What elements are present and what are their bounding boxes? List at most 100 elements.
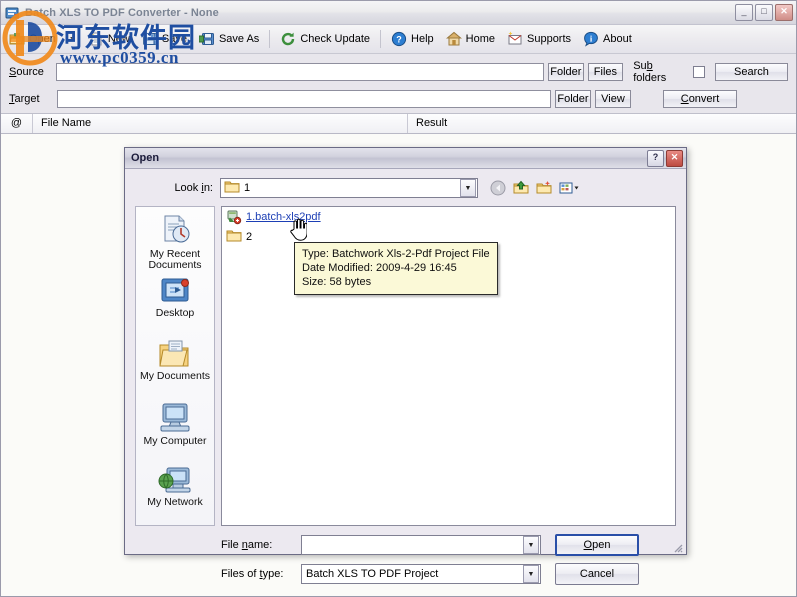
file-list-header: @ File Name Result	[1, 114, 796, 134]
minimize-button[interactable]: _	[735, 4, 753, 21]
dialog-cancel-button[interactable]: Cancel	[555, 563, 639, 585]
toolbar-open-label: Open	[29, 33, 56, 45]
subfolders-group: Sub folders	[633, 60, 705, 84]
maximize-button[interactable]: □	[755, 4, 773, 21]
files-of-type-dropdown-icon[interactable]: ▼	[523, 565, 539, 583]
back-icon[interactable]	[490, 180, 506, 196]
home-icon	[445, 31, 462, 47]
place-label: My Computer	[143, 435, 207, 447]
column-header-file-name[interactable]: File Name	[33, 114, 408, 133]
target-label: Target	[9, 93, 40, 105]
source-folder-button[interactable]: Folder	[548, 63, 584, 81]
tooltip-type-line: Type: Batchwork Xls-2-Pdf Project File	[302, 248, 490, 260]
my-computer-icon	[160, 403, 190, 432]
open-dialog: Open ? ✕ Look in: 1 ▼ My Recent Document…	[124, 147, 687, 585]
desktop-icon	[161, 278, 189, 302]
toolbar-supports-label: Supports	[527, 33, 572, 45]
toolbar-new-button[interactable]: New	[82, 28, 136, 50]
toolbar-open-button[interactable]: Open	[3, 28, 62, 50]
look-in-combo[interactable]: 1 ▼	[220, 178, 478, 198]
convert-button[interactable]: Convert	[663, 90, 737, 108]
toolbar-about-button[interactable]: i About	[577, 28, 638, 50]
dialog-title-buttons: ? ✕	[647, 150, 683, 167]
dialog-titlebar: Open ? ✕	[125, 148, 686, 169]
source-input[interactable]	[56, 63, 545, 81]
up-one-level-icon[interactable]	[513, 180, 529, 196]
open-folder-icon	[9, 31, 25, 47]
files-of-type-row: Files of type: Batch XLS TO PDF Project …	[221, 563, 676, 585]
svg-text:?: ?	[396, 35, 402, 45]
toolbar-help-button[interactable]: ? Help	[385, 28, 440, 50]
folder-icon	[224, 180, 240, 196]
tooltip-size-line: Size: 58 bytes	[302, 276, 372, 288]
main-toolbar: Open ▼ New Save Save As Check Update ? H…	[1, 25, 796, 54]
toolbar-check-update-button[interactable]: Check Update	[274, 28, 376, 50]
toolbar-home-button[interactable]: Home	[440, 28, 501, 50]
path-form: Source Folder Files Sub folders Search T…	[1, 54, 796, 114]
dialog-file-list[interactable]: 1.batch-xls2pdf 2 Type: Batchwork Xls-2-…	[221, 206, 676, 526]
batch-project-file-icon	[226, 209, 242, 225]
resize-grip[interactable]	[671, 541, 683, 553]
new-folder-icon[interactable]	[536, 180, 552, 196]
toolbar-about-label: About	[603, 33, 632, 45]
chevron-down-icon: ▼	[68, 35, 76, 43]
file-name-input[interactable]: ▼	[301, 535, 541, 555]
column-header-at[interactable]: @	[1, 114, 33, 133]
info-icon: i	[583, 31, 599, 47]
target-folder-button[interactable]: Folder	[555, 90, 591, 108]
window-title: Batch XLS TO PDF Converter - None	[25, 6, 219, 19]
place-label: My Documents	[139, 370, 211, 382]
subfolders-label: Sub folders	[633, 60, 667, 84]
toolbar-new-label: New	[107, 33, 130, 45]
target-input[interactable]	[57, 90, 551, 108]
dialog-help-button[interactable]: ?	[647, 150, 664, 167]
files-of-type-combo[interactable]: Batch XLS TO PDF Project ▼	[301, 564, 541, 584]
target-label-rest: arget	[14, 93, 40, 105]
views-icon[interactable]	[559, 180, 579, 196]
column-header-result[interactable]: Result	[408, 114, 796, 133]
place-my-documents[interactable]: My Documents	[136, 339, 214, 402]
source-row: Source Folder Files Sub folders Search	[9, 60, 788, 84]
my-network-icon	[158, 467, 191, 493]
place-desktop[interactable]: Desktop	[136, 276, 214, 339]
target-view-button[interactable]: View	[595, 90, 631, 108]
window-controls: _ □ ✕	[735, 4, 793, 21]
toolbar-help-label: Help	[411, 33, 434, 45]
place-my-recent-documents[interactable]: My Recent Documents	[136, 213, 214, 276]
help-question-icon: ?	[391, 31, 407, 47]
mail-icon	[507, 31, 523, 47]
dialog-close-button[interactable]: ✕	[666, 150, 683, 167]
place-label: Desktop	[155, 307, 195, 319]
mouse-cursor-hand-icon	[289, 218, 308, 241]
files-of-type-value: Batch XLS TO PDF Project	[306, 568, 439, 580]
toolbar-supports-button[interactable]: Supports	[501, 28, 577, 50]
look-in-row: Look in: 1 ▼	[125, 169, 686, 204]
dialog-nav-icons	[490, 180, 579, 196]
toolbar-check-update-label: Check Update	[300, 33, 371, 45]
refresh-icon	[280, 31, 296, 47]
file-item-label: 2	[246, 231, 253, 243]
look-in-dropdown-icon[interactable]: ▼	[460, 179, 476, 197]
toolbar-separator-2	[380, 30, 382, 48]
toolbar-open-dropdown[interactable]: ▼	[62, 28, 82, 50]
place-label: My Network	[147, 496, 203, 508]
place-my-computer[interactable]: My Computer	[136, 402, 214, 465]
source-files-button[interactable]: Files	[587, 63, 624, 81]
place-my-network[interactable]: My Network	[136, 465, 214, 528]
window-titlebar: Batch XLS TO PDF Converter - None _ □ ✕	[1, 1, 796, 25]
save-disk-icon	[142, 31, 158, 47]
dialog-open-button[interactable]: Open	[555, 534, 639, 556]
subfolders-checkbox[interactable]	[693, 66, 705, 78]
maximize-icon: □	[761, 6, 767, 16]
look-in-label: Look in:	[174, 182, 213, 194]
source-label: Source	[9, 66, 44, 78]
toolbar-save-button[interactable]: Save	[136, 28, 193, 50]
screen-root: Batch XLS TO PDF Converter - None _ □ ✕ …	[0, 0, 797, 597]
files-of-type-label: Files of type:	[221, 568, 284, 580]
toolbar-save-as-button[interactable]: Save As	[193, 28, 265, 50]
minimize-icon: _	[741, 6, 747, 16]
close-button[interactable]: ✕	[775, 4, 793, 21]
file-tooltip: Type: Batchwork Xls-2-Pdf Project File D…	[294, 242, 498, 295]
search-button[interactable]: Search	[714, 63, 788, 81]
file-name-dropdown-icon[interactable]: ▼	[523, 536, 539, 554]
